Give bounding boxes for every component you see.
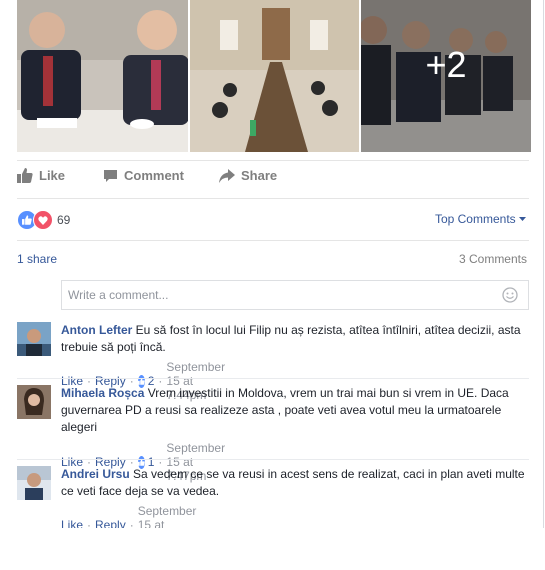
thumbs-up-icon xyxy=(17,168,33,183)
emoji-icon[interactable] xyxy=(502,287,518,303)
comment-input[interactable]: Write a comment... xyxy=(61,280,529,310)
comment-author[interactable]: Mihaela Roșca xyxy=(61,386,144,400)
reaction-count: 69 xyxy=(57,213,71,227)
comment-icon xyxy=(104,169,117,182)
reactions-summary[interactable]: 69 xyxy=(17,210,70,230)
divider xyxy=(17,198,529,199)
sort-comments-dropdown[interactable]: Top Comments xyxy=(435,212,526,226)
comment-author[interactable]: Anton Lefter xyxy=(61,323,132,337)
comment-label: Comment xyxy=(124,168,184,183)
avatar[interactable] xyxy=(17,385,51,419)
comment-reply-link[interactable]: Reply xyxy=(95,518,126,528)
comment-like-link[interactable]: Like xyxy=(61,518,83,528)
comment-button[interactable]: Comment xyxy=(103,168,184,183)
divider xyxy=(17,459,529,460)
comment-placeholder: Write a comment... xyxy=(68,288,169,302)
avatar[interactable] xyxy=(17,322,51,356)
comment-count[interactable]: 3 Comments xyxy=(459,252,527,266)
photo-grid: +2 xyxy=(17,0,531,152)
divider xyxy=(17,378,529,379)
more-photos-overlay[interactable]: +2 xyxy=(361,0,531,152)
more-photos-count: +2 xyxy=(425,44,467,85)
divider xyxy=(17,240,529,241)
comment-timestamp[interactable]: September 15 at 7:46pm xyxy=(138,504,197,528)
comment-text: Sa vedem ce se va reusi in acest sens de… xyxy=(61,467,525,498)
share-count-link[interactable]: 1 share xyxy=(17,252,57,266)
photo-1[interactable] xyxy=(17,0,188,152)
share-button[interactable]: Share xyxy=(219,168,277,183)
comment-body: Mihaela Roșca Vrem investitii in Moldova… xyxy=(61,385,531,436)
action-bar: Like Comment Share xyxy=(17,168,529,196)
avatar[interactable] xyxy=(17,466,51,500)
share-label: Share xyxy=(241,168,278,183)
comment-author[interactable]: Andrei Ursu xyxy=(61,467,130,481)
divider xyxy=(17,160,529,161)
comment-body: Anton Lefter Eu să fost în locul lui Fil… xyxy=(61,322,531,356)
sort-label: Top Comments xyxy=(434,212,516,226)
love-reaction-icon xyxy=(33,210,53,230)
photo-2[interactable] xyxy=(190,0,359,152)
comment-body: Andrei Ursu Sa vedem ce se va reusi in a… xyxy=(61,466,531,500)
like-button[interactable]: Like xyxy=(17,168,65,183)
share-arrow-icon xyxy=(219,168,235,183)
like-label: Like xyxy=(39,168,66,183)
comment-meta: Like· Reply· September 15 at 7:46pm xyxy=(61,504,196,528)
caret-down-icon xyxy=(519,217,526,221)
post-card: +2 Like Comment Share 69 Top Comments 1 … xyxy=(0,0,544,528)
